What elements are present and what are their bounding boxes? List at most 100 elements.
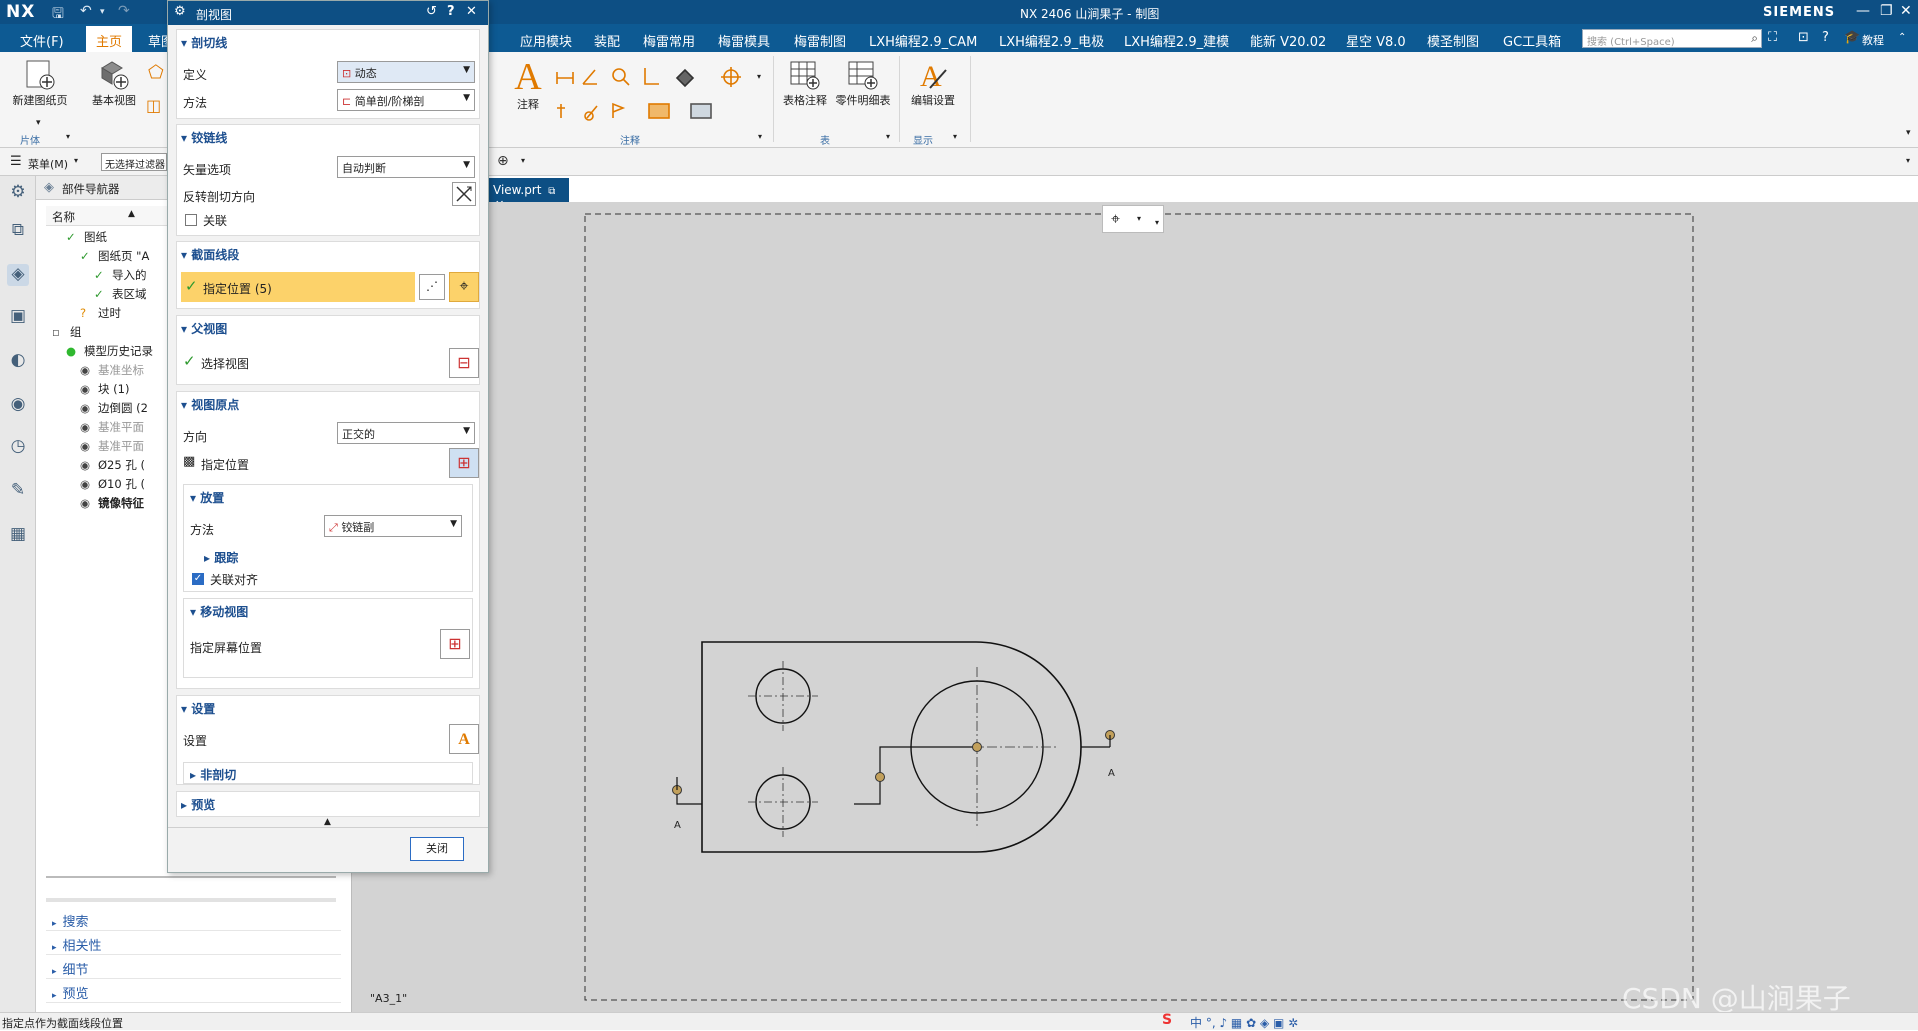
menu-xingkong[interactable]: 星空 V8.0 (1346, 31, 1406, 50)
select-view-button[interactable]: ⊟ (449, 348, 479, 378)
search-input[interactable]: 搜索 (Ctrl+Space) ⌕ (1582, 29, 1762, 48)
noncut-row[interactable]: ▸ 非剖切 (183, 762, 473, 784)
search-icon[interactable]: ⌕ (1751, 31, 1758, 46)
point-dialog-button[interactable]: ⋰ (419, 274, 445, 300)
menu-meilei-drawing[interactable]: 梅雷制图 (794, 31, 846, 50)
specify-location-row[interactable]: ✓ 指定位置 (5) (181, 272, 415, 302)
origin-specify-button[interactable]: ⊞ (449, 448, 479, 478)
point-snap-button[interactable]: ⌖ (449, 272, 479, 302)
annotation-more-icon[interactable]: ▾ (757, 72, 761, 81)
point-snap-dropdown-icon[interactable]: ▾ (1137, 214, 1141, 223)
sort-ascending-icon[interactable]: ▲ (128, 209, 135, 219)
menu-dropdown-icon[interactable]: ▾ (74, 156, 78, 165)
menu-nengxin[interactable]: 能新 V20.02 (1250, 31, 1326, 50)
tab-pin-icon[interactable]: ⧉ (548, 186, 555, 197)
collapse-arrow-icon[interactable]: ▲ (324, 817, 331, 827)
close-button[interactable]: 关闭 (410, 837, 464, 861)
menu-home[interactable]: 主页 (86, 26, 133, 52)
snap-widget-more-icon[interactable]: ▾ (1155, 218, 1159, 227)
nav-section-dependencies[interactable]: ▸ 相关性 (46, 932, 341, 955)
selbar-options-icon[interactable]: ▾ (1906, 156, 1910, 165)
snap-widget[interactable]: ⌖ ▾ ▾ (1102, 205, 1164, 233)
group-display-dropdown-icon[interactable]: ▾ (953, 132, 957, 141)
group-table-dropdown-icon[interactable]: ▾ (886, 132, 890, 141)
help-icon[interactable]: ? (1822, 30, 1829, 45)
menu-file[interactable]: 文件(F) (20, 31, 64, 50)
group-annotation-dropdown-icon[interactable]: ▾ (758, 132, 762, 141)
dialog-close-icon[interactable]: ✕ (466, 4, 477, 19)
reverse-direction-button[interactable] (452, 182, 476, 206)
graphics-window[interactable]: A A ⌖ ▾ ▾ "A3_1" CSDN @山涧果子 (352, 202, 1918, 1015)
projected-view-icon[interactable]: ⬠ (148, 62, 164, 83)
dialog-title-bar[interactable]: ⚙ 剖视图 ↺ ? ✕ (168, 1, 488, 25)
group-sheet-dropdown-icon[interactable]: ▾ (66, 132, 70, 141)
vector-dropdown[interactable]: 自动判断 ▼ (337, 156, 475, 178)
menu-assembly[interactable]: 装配 (594, 31, 620, 50)
menu-meilei-common[interactable]: 梅雷常用 (643, 31, 695, 50)
ime-status-icons[interactable]: 中 °, ♪ ▦ ✿ ◈ ▣ ✲ (1190, 1014, 1298, 1031)
minimize-icon[interactable]: — (1856, 3, 1870, 19)
section-segment-header[interactable]: ▾ 截面线段 (181, 246, 239, 263)
section-parent-header[interactable]: ▾ 父视图 (181, 320, 227, 337)
section-settings-header[interactable]: ▾ 设置 (181, 700, 215, 717)
document-tab[interactable]: View.prt ⧉ ✕ (489, 178, 569, 211)
associative-checkbox[interactable] (185, 214, 197, 226)
panel-splitter[interactable] (46, 898, 336, 902)
parts-list-button[interactable]: 零件明细表 (832, 58, 894, 108)
dialog-help-icon[interactable]: ? (447, 4, 455, 19)
track-header[interactable]: ▸ 跟踪 (204, 549, 238, 566)
close-window-icon[interactable]: ✕ (1900, 3, 1912, 19)
constraint-navigator-icon[interactable]: ◐ (7, 350, 29, 372)
definition-dropdown[interactable]: ⊡ 动态 ▼ (337, 61, 475, 83)
table-note-button[interactable]: 表格注释 (780, 58, 830, 108)
nav-section-details[interactable]: ▸ 细节 (46, 956, 341, 979)
annotation-button[interactable]: A 注释 (508, 58, 548, 112)
section-handle-point[interactable] (875, 772, 885, 782)
restore-layout-icon[interactable]: ⊡ (1798, 30, 1809, 45)
direction-dropdown[interactable]: 正交的 ▼ (337, 422, 475, 444)
history-icon[interactable]: ◷ (7, 436, 29, 458)
point-snap-icon[interactable]: ⌖ (1111, 209, 1120, 229)
reuse-library-icon[interactable]: ▣ (7, 306, 29, 328)
placement-method-dropdown[interactable]: ⤢ 铰链副 ▼ (324, 515, 462, 537)
reset-icon[interactable]: ↺ (426, 4, 437, 19)
section-cutline-header[interactable]: ▾ 剖切线 (181, 34, 227, 51)
snap-point-icon[interactable]: ⊕ (497, 153, 509, 169)
section-preview-header[interactable]: ▸ 预览 (181, 796, 215, 813)
tutorial-icon[interactable]: 🎓 (1844, 30, 1860, 45)
annotation-tools-icons[interactable] (553, 60, 773, 130)
section-preview[interactable]: ▸ 预览 (176, 791, 480, 817)
screen-position-button[interactable]: ⊞ (440, 629, 470, 659)
hole-lower[interactable] (748, 767, 818, 837)
web-browser-icon[interactable]: ◉ (7, 394, 29, 416)
hole-upper[interactable] (748, 661, 818, 731)
snap-dropdown-icon[interactable]: ▾ (521, 156, 525, 165)
undo-icon[interactable]: ↶ (80, 3, 92, 19)
menu-lxh-cam[interactable]: LXH编程2.9_CAM (869, 31, 977, 50)
noncut-header[interactable]: ▸ 非剖切 (190, 766, 236, 783)
section-origin-header[interactable]: ▾ 视图原点 (181, 396, 239, 413)
drawing-sheet[interactable] (352, 202, 1918, 1012)
column-name[interactable]: 名称 (52, 209, 75, 225)
method-dropdown[interactable]: ⊏ 简单剖/阶梯剖 ▼ (337, 89, 475, 111)
section-view-small-icon[interactable]: ◫ (146, 96, 161, 115)
undo-dropdown-icon[interactable]: ▾ (100, 7, 105, 17)
settings-icon[interactable]: ⚙ (7, 182, 29, 204)
navigator-scrollbar[interactable] (46, 876, 336, 878)
menu-meilei-mold[interactable]: 梅雷模具 (718, 31, 770, 50)
nav-section-search[interactable]: ▸ 搜索 (46, 908, 341, 931)
new-sheet-button[interactable]: 新建图纸页 (8, 58, 72, 108)
part-navigator-icon[interactable]: ◈ (7, 264, 29, 286)
placement-header[interactable]: ▾ 放置 (190, 489, 224, 506)
ribbon-options-icon[interactable]: ▾ (1906, 128, 1911, 138)
move-view-header[interactable]: ▾ 移动视图 (190, 603, 248, 620)
roles-icon[interactable]: ▦ (7, 524, 29, 546)
settings-button[interactable]: A (449, 724, 479, 754)
menu-icon[interactable]: ☰ (10, 154, 22, 169)
restore-icon[interactable]: ❐ (1880, 3, 1893, 19)
ime-logo-icon[interactable]: S (1162, 1012, 1172, 1028)
new-sheet-dropdown-icon[interactable]: ▾ (36, 118, 41, 128)
base-view-button[interactable]: 基本视图 (86, 58, 142, 108)
menu-lxh-modeling[interactable]: LXH编程2.9_建模 (1124, 31, 1229, 50)
menu-gc-toolbox[interactable]: GC工具箱 (1503, 31, 1561, 50)
